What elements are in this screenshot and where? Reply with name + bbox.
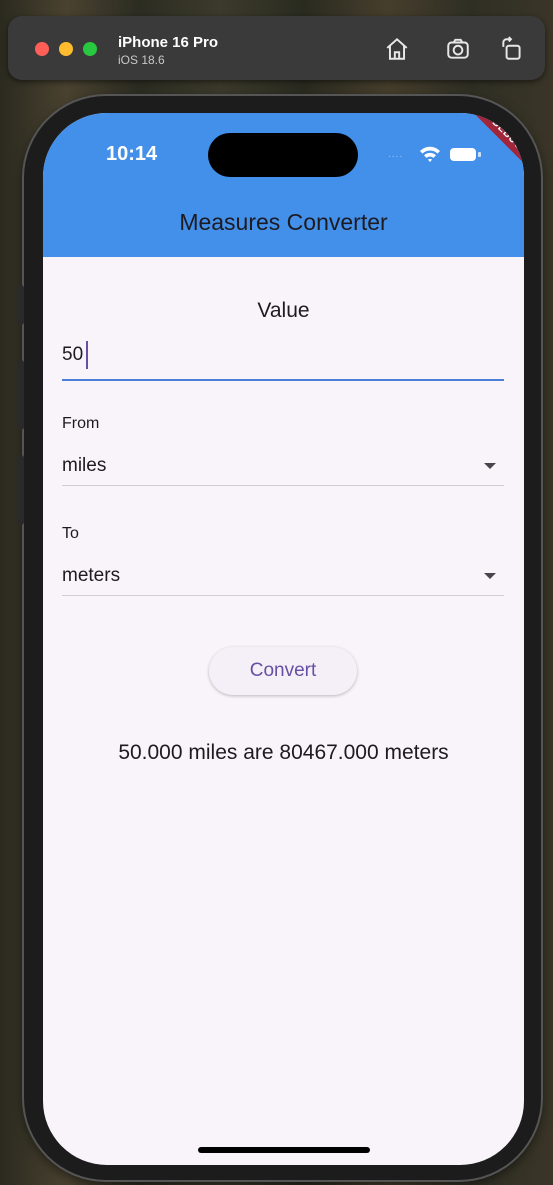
zoom-window-button[interactable] <box>83 42 97 56</box>
dynamic-island <box>208 133 358 177</box>
volume-up-button[interactable] <box>18 360 24 430</box>
wifi-icon <box>420 146 440 162</box>
to-dropdown[interactable]: meters <box>62 559 504 596</box>
home-icon[interactable] <box>384 36 410 62</box>
to-selected-value: meters <box>62 565 121 586</box>
value-label: Value <box>257 299 310 322</box>
action-button[interactable] <box>18 285 24 325</box>
volume-down-button[interactable] <box>18 455 24 525</box>
close-window-button[interactable] <box>35 42 49 56</box>
os-version: iOS 18.6 <box>118 53 165 67</box>
debug-banner: DEBUG <box>444 113 524 193</box>
simulator-toolbar: iPhone 16 Pro iOS 18.6 <box>8 16 545 80</box>
conversion-result: 50.000 miles are 80467.000 meters <box>118 741 449 764</box>
convert-button[interactable]: Convert <box>209 647 357 695</box>
from-selected-value: miles <box>62 455 107 476</box>
cellular-signal-icon: .... <box>388 149 404 160</box>
dropdown-arrow-icon <box>484 573 496 579</box>
app-bar: 10:14 .... DEBUG Measures Converter <box>43 113 524 257</box>
from-label: From <box>62 415 100 432</box>
screenshot-icon[interactable] <box>445 36 471 62</box>
value-input[interactable] <box>62 339 504 381</box>
minimize-window-button[interactable] <box>59 42 73 56</box>
value-input-text[interactable]: 50 <box>62 344 83 366</box>
app-title: Measures Converter <box>179 209 388 235</box>
text-caret <box>86 341 88 369</box>
home-indicator[interactable] <box>198 1147 370 1153</box>
from-dropdown[interactable]: miles <box>62 449 504 486</box>
app-screen: 10:14 .... DEBUG Measures Converter Valu… <box>43 113 524 1165</box>
rotate-icon[interactable] <box>499 36 525 62</box>
debug-banner-label: DEBUG <box>462 113 524 180</box>
device-name: iPhone 16 Pro <box>118 34 219 51</box>
status-time: 10:14 <box>106 143 158 165</box>
dropdown-arrow-icon <box>484 463 496 469</box>
to-label: To <box>62 525 79 542</box>
